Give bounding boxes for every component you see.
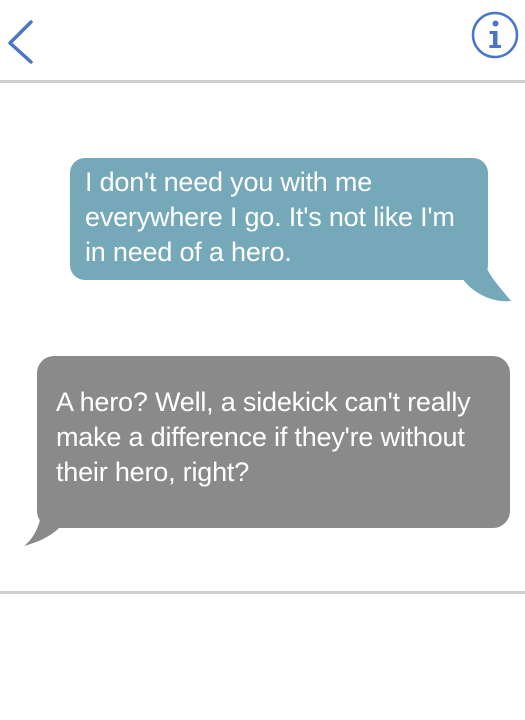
- outgoing-message-bubble[interactable]: I don't need you with me everywhere I go…: [70, 158, 488, 280]
- info-button[interactable]: [467, 10, 523, 60]
- outgoing-message-text: I don't need you with me everywhere I go…: [85, 167, 455, 267]
- incoming-message-bubble[interactable]: A hero? Well, a sidekick can't really ma…: [37, 356, 510, 528]
- info-circle-icon: [471, 11, 519, 59]
- footer-divider: [0, 591, 525, 594]
- back-button[interactable]: [2, 16, 42, 68]
- chevron-left-icon: [8, 20, 33, 64]
- header-bar: [0, 0, 525, 82]
- incoming-message-text: A hero? Well, a sidekick can't really ma…: [56, 387, 471, 487]
- message-thread: I don't need you with me everywhere I go…: [0, 83, 525, 591]
